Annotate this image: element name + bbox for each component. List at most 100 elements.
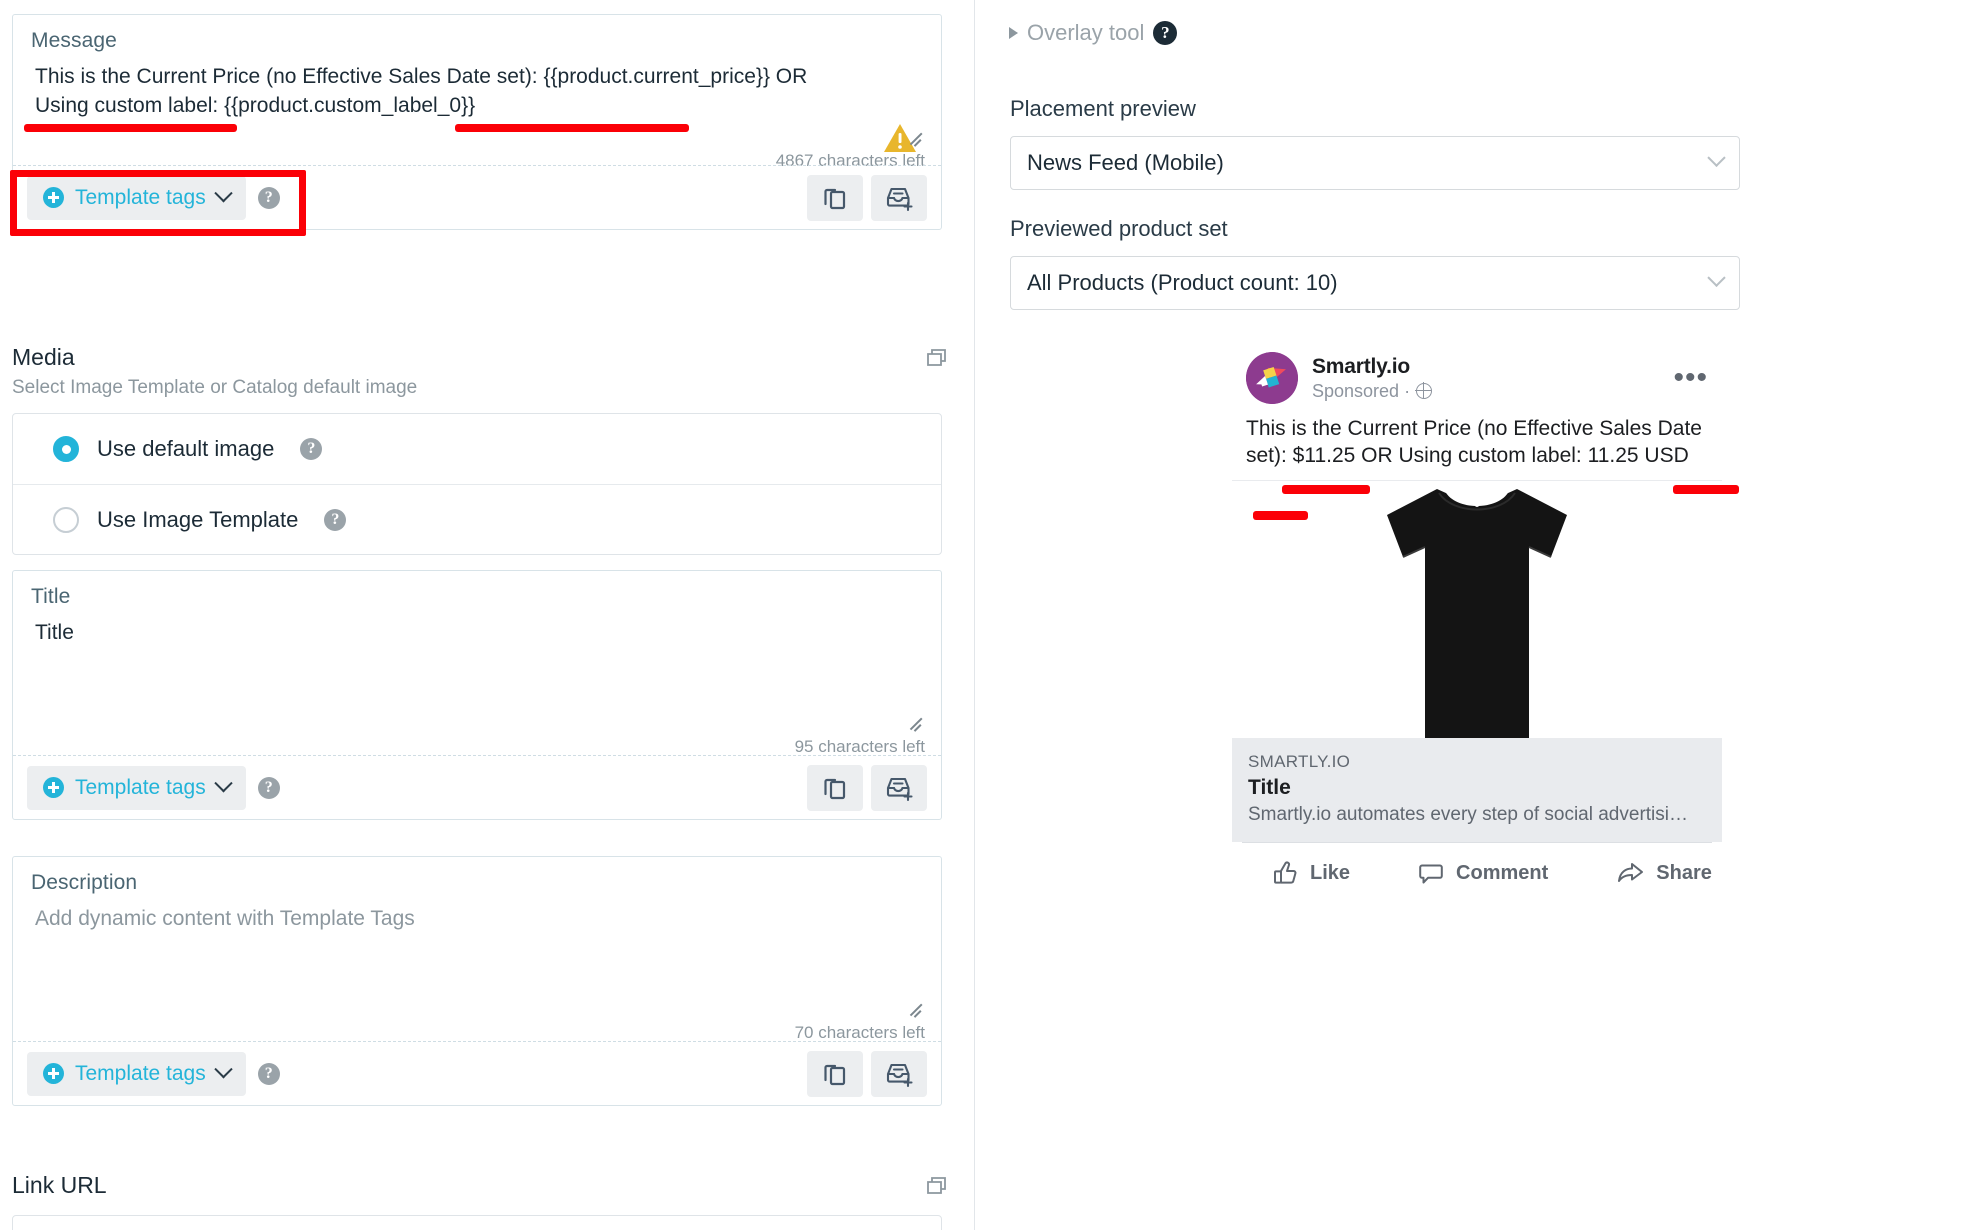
radio-option-use-image-template[interactable]: Use Image Template ? (13, 484, 941, 554)
save-to-library-icon (886, 777, 913, 801)
description-chars-left: 70 characters left (794, 1023, 925, 1042)
template-tags-label: Template tags (75, 185, 206, 209)
description-help-icon[interactable]: ? (257, 1062, 280, 1085)
placement-preview-value: News Feed (Mobile) (1027, 150, 1224, 175)
radio-indicator[interactable] (53, 436, 79, 462)
placement-preview-select[interactable]: News Feed (Mobile) (1010, 136, 1740, 190)
share-arrow-icon (1618, 863, 1644, 883)
overlay-tool-label: Overlay tool (1027, 20, 1145, 45)
use-image-template-help-icon[interactable]: ? (324, 508, 347, 531)
ad-caption-description: Smartly.io automates every step of socia… (1248, 803, 1688, 825)
ad-sponsored-label: Sponsored · (1312, 380, 1411, 401)
link-url-input[interactable] (12, 1215, 942, 1230)
like-label: Like (1310, 861, 1351, 884)
comment-label: Comment (1456, 861, 1549, 884)
copy-icon (824, 1064, 846, 1085)
save-to-library-icon-button[interactable] (871, 1050, 927, 1097)
duplicate-icon (927, 349, 946, 366)
annotation-underline-custom-label (455, 124, 689, 132)
message-label: Message (31, 29, 117, 52)
chevron-down-icon (1707, 268, 1726, 287)
smartly-logo-icon (1246, 352, 1298, 404)
title-card: Title Title 95 characters left Template … (12, 570, 942, 820)
media-radio-group: Use default image ? Use Image Template ? (12, 413, 942, 555)
message-card: Message This is the Current Price (no Ef… (12, 14, 942, 230)
ad-caption-domain: SMARTLY.IO (1248, 751, 1351, 771)
ad-link-caption[interactable]: SMARTLY.IO Title Smartly.io automates ev… (1232, 737, 1722, 842)
title-textarea-wrap: Title (13, 609, 941, 739)
copy-icon (824, 778, 846, 799)
copy-icon-button[interactable] (807, 1050, 863, 1097)
template-tags-label: Template tags (75, 1061, 206, 1085)
save-to-library-icon (886, 1063, 913, 1087)
ad-action-bar: Like Comment Share (1242, 841, 1712, 904)
chevron-down-icon (214, 184, 233, 203)
ad-body-text: This is the Current Price (no Effective … (1246, 417, 1702, 467)
description-template-tags-button[interactable]: Template tags (27, 1051, 246, 1096)
media-title: Media (12, 344, 75, 370)
description-resize-grip[interactable] (908, 1000, 924, 1016)
description-input[interactable]: Add dynamic content with Template Tags (35, 905, 919, 934)
duplicate-icon (927, 1177, 946, 1194)
title-template-tags-button[interactable]: Template tags (27, 765, 246, 810)
plus-circle-icon (43, 1063, 64, 1084)
share-button[interactable]: Share (1616, 860, 1712, 886)
ad-preview-right-panel: Overlay tool ? Placement preview News Fe… (976, 0, 1974, 1230)
thumbs-up-icon (1274, 861, 1297, 884)
overlay-tool-help-icon[interactable]: ? (1153, 21, 1178, 45)
message-input[interactable]: This is the Current Price (no Effective … (35, 63, 855, 121)
radio-label: Use default image (97, 436, 275, 461)
message-template-tags-bar: Template tags ? (13, 165, 941, 229)
media-duplicate-icon-button[interactable] (924, 344, 950, 375)
message-template-tags-button[interactable]: Template tags (27, 175, 246, 220)
placement-preview-field: Placement preview News Feed (Mobile) (1010, 96, 1740, 190)
smartly-logo-avatar (1246, 352, 1298, 404)
title-resize-grip[interactable] (908, 714, 924, 730)
chevron-down-icon (1707, 148, 1726, 167)
radio-option-use-default-image[interactable]: Use default image ? (13, 414, 941, 484)
previewed-product-set-select[interactable]: All Products (Product count: 10) (1010, 256, 1740, 310)
title-chars-left: 95 characters left (794, 737, 925, 756)
plus-circle-icon (43, 187, 64, 208)
chevron-down-icon (214, 1060, 233, 1079)
description-label: Description (31, 871, 138, 894)
radio-indicator[interactable] (53, 506, 79, 533)
copy-icon (824, 188, 846, 209)
title-label: Title (31, 585, 71, 608)
media-subtitle: Select Image Template or Catalog default… (12, 377, 418, 398)
black-tshirt-photo (1327, 480, 1627, 738)
link-url-section-header: Link URL (12, 1172, 962, 1199)
ad-more-options-button[interactable]: ••• (1673, 363, 1708, 393)
triangle-right-icon (1009, 27, 1018, 39)
message-resize-grip[interactable] (908, 129, 924, 145)
title-template-tags-bar: Template tags ? (13, 755, 941, 819)
ad-caption-title: Title (1248, 775, 1291, 799)
title-help-icon[interactable]: ? (257, 776, 280, 799)
annotation-underline-usd (1253, 511, 1308, 520)
ad-header: Smartly.io Sponsored · ••• (1232, 340, 1722, 410)
copy-icon-button[interactable] (807, 764, 863, 811)
title-input[interactable]: Title (35, 619, 919, 648)
placement-preview-label: Placement preview (1010, 96, 1196, 121)
share-label: Share (1656, 861, 1712, 884)
ad-brand-name[interactable]: Smartly.io (1312, 355, 1432, 379)
like-button[interactable]: Like (1272, 860, 1350, 886)
link-url-duplicate-icon-button[interactable] (924, 1172, 950, 1203)
globe-icon (1415, 382, 1433, 399)
overlay-tool-toggle[interactable]: Overlay tool ? (1009, 20, 1178, 46)
copy-icon-button[interactable] (807, 174, 863, 221)
plus-circle-icon (43, 777, 64, 798)
save-to-library-icon-button[interactable] (871, 764, 927, 811)
description-tag-actions (807, 1050, 927, 1097)
comment-button[interactable]: Comment (1418, 860, 1548, 886)
ad-sponsored-row: Sponsored · (1312, 380, 1433, 402)
save-to-library-icon-button[interactable] (871, 174, 927, 221)
use-default-image-help-icon[interactable]: ? (300, 438, 323, 460)
ad-brand-block: Smartly.io Sponsored · (1312, 355, 1433, 402)
previewed-product-set-field: Previewed product set All Products (Prod… (1010, 216, 1740, 310)
message-help-icon[interactable]: ? (257, 186, 280, 209)
chevron-down-icon (214, 774, 233, 793)
previewed-product-set-label: Previewed product set (1010, 216, 1228, 241)
facebook-ad-preview: Smartly.io Sponsored · ••• This is the C… (1232, 340, 1722, 904)
app-screenshot: Message This is the Current Price (no Ef… (0, 0, 1974, 1230)
